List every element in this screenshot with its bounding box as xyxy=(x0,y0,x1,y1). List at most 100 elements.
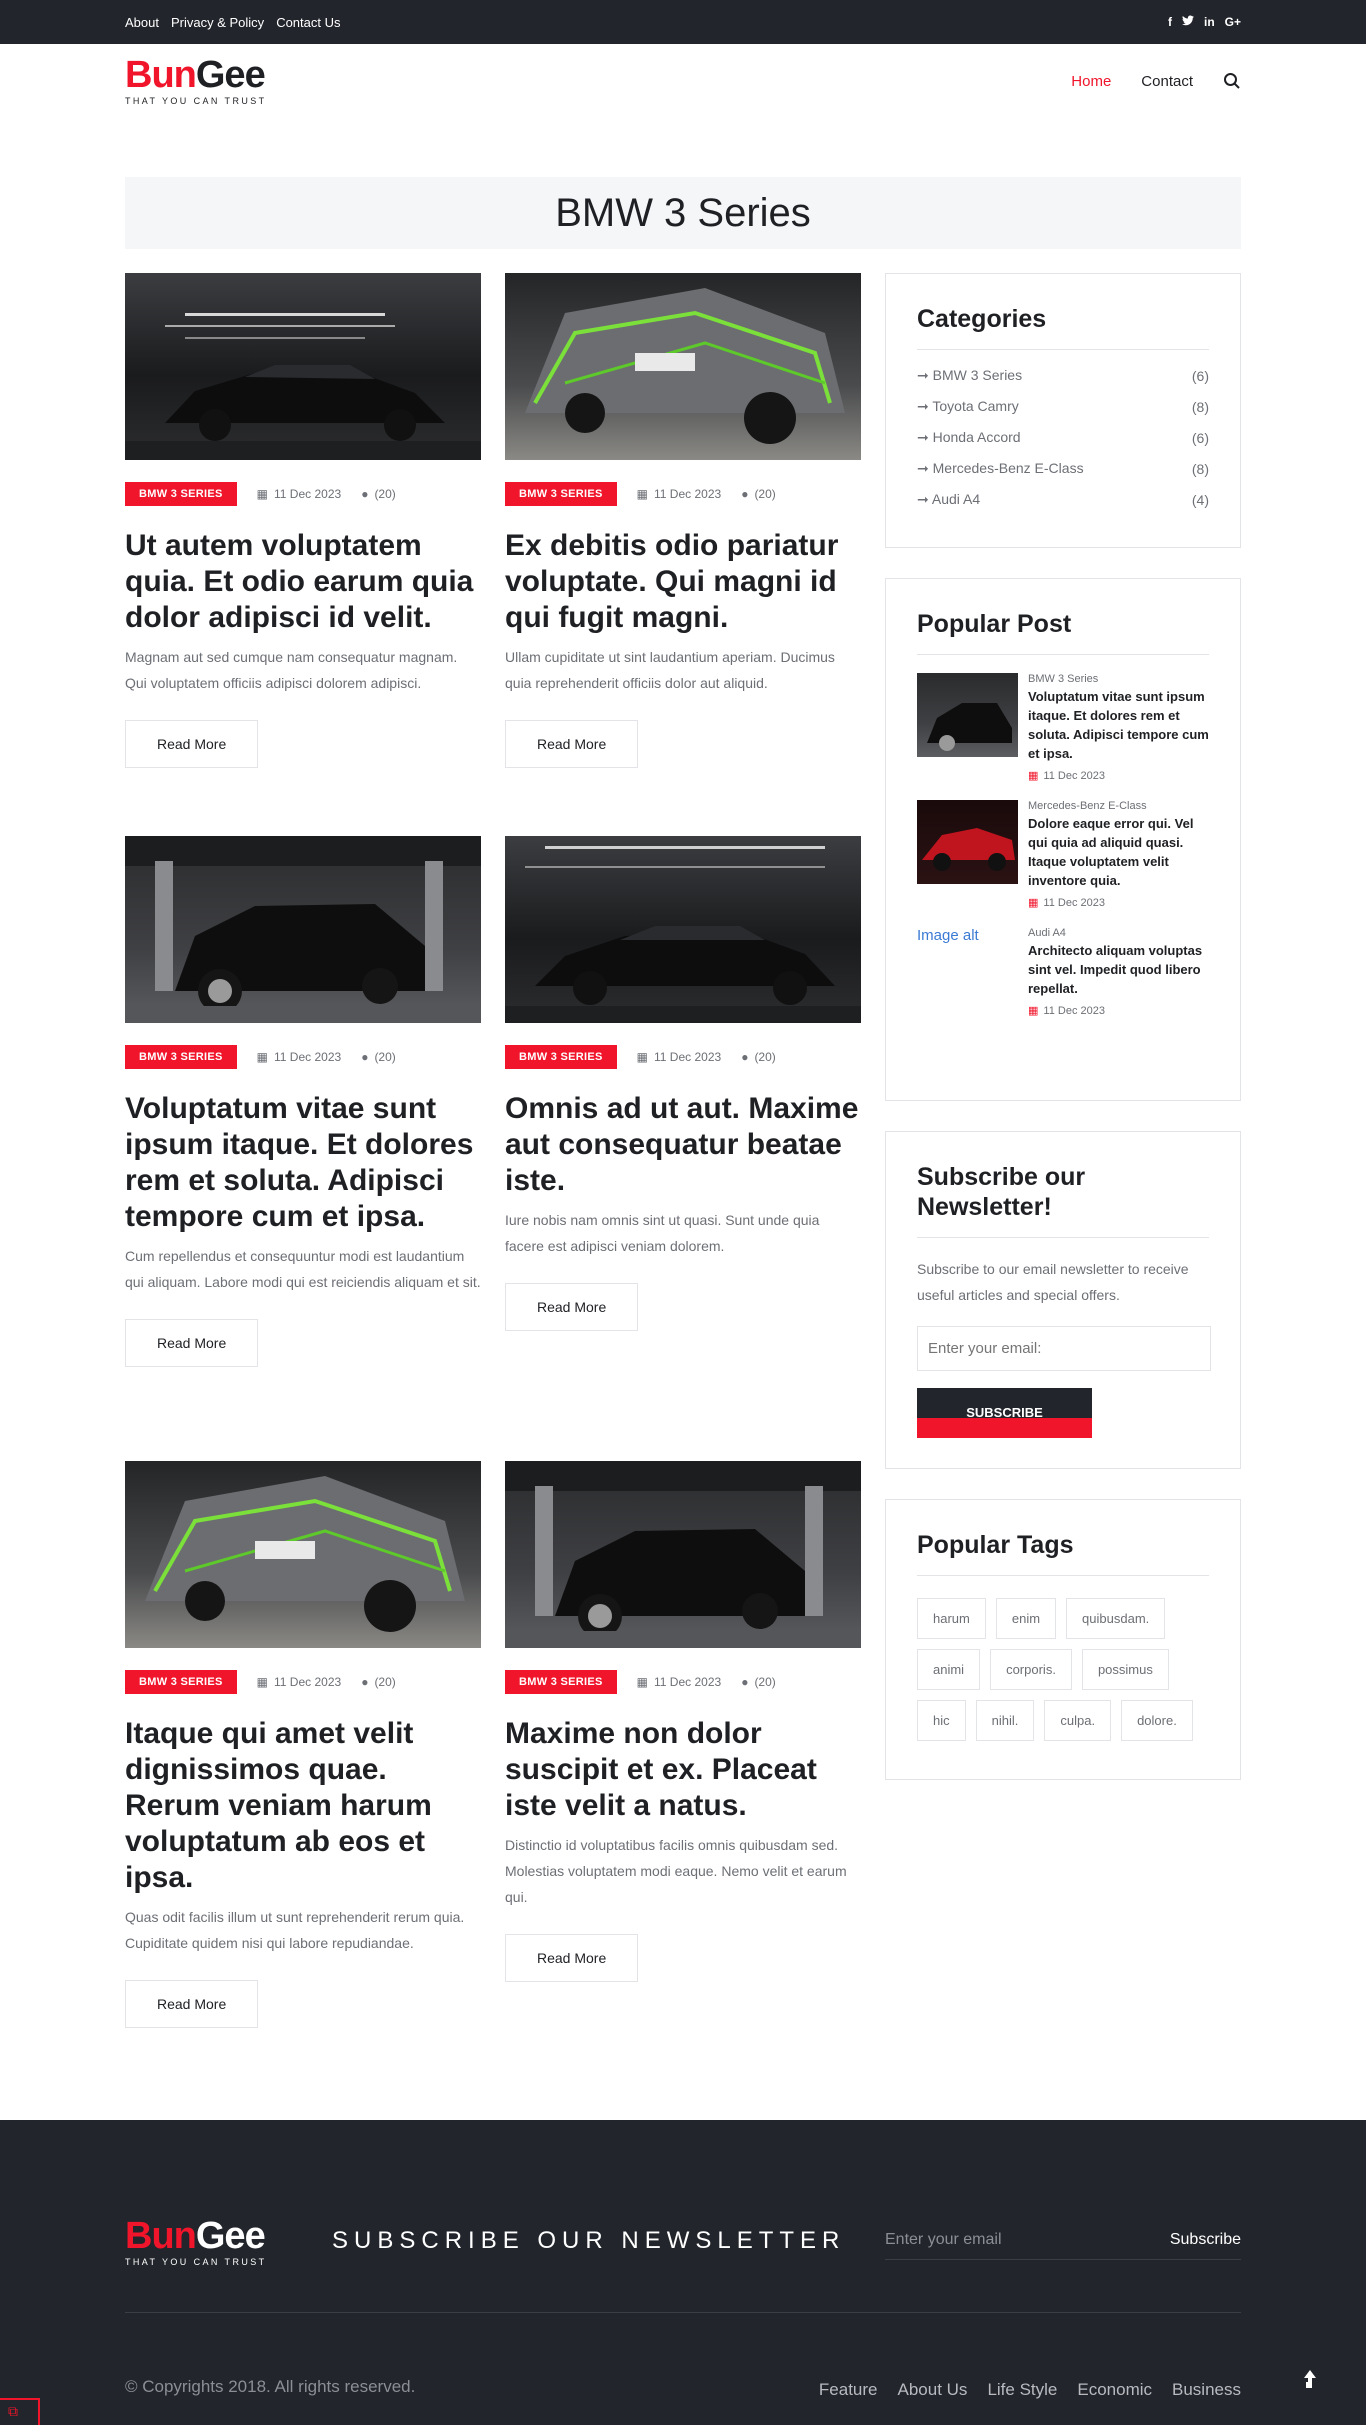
footer-logo[interactable]: BunGee THAT YOU CAN TRUST xyxy=(125,2217,267,2267)
category-badge[interactable]: BMW 3 SERIES xyxy=(125,1045,237,1069)
post-date: 11 Dec 2023 xyxy=(274,1050,342,1064)
newsletter-email-input[interactable] xyxy=(917,1326,1211,1371)
category-item[interactable]: ➞ Mercedes-Benz E-Class (8) xyxy=(917,453,1209,484)
popular-post-category: Mercedes-Benz E-Class xyxy=(1028,800,1147,812)
linkedin-icon[interactable]: in xyxy=(1204,15,1215,29)
google-plus-icon[interactable]: G+ xyxy=(1225,15,1241,29)
post-image-race-car[interactable] xyxy=(505,273,861,460)
laravel-icon[interactable]: ⧉ xyxy=(0,2398,40,2425)
footer-link-feature[interactable]: Feature xyxy=(819,2380,878,2400)
post-title[interactable]: Itaque qui amet velit dignissimos quae. … xyxy=(125,1716,481,1896)
read-more-button[interactable]: Read More xyxy=(125,720,259,768)
post-meta: BMW 3 SERIES ▦ 11 Dec 2023 ● (20) xyxy=(125,1670,481,1694)
footer-link-life-style[interactable]: Life Style xyxy=(987,2380,1057,2400)
post-card: BMW 3 SERIES ▦ 11 Dec 2023 ● (20) Maxime n… xyxy=(505,1461,861,1982)
nav-home[interactable]: Home xyxy=(1071,73,1111,90)
broken-image[interactable]: Image alt xyxy=(917,927,1018,1011)
footer-link-about[interactable]: About Us xyxy=(898,2380,968,2400)
tag-item[interactable]: culpa. xyxy=(1044,1700,1112,1741)
post-image-black-sedan[interactable] xyxy=(505,836,861,1023)
category-badge[interactable]: BMW 3 SERIES xyxy=(505,1670,617,1694)
footer-links: Feature About Us Life Style Economic Bus… xyxy=(819,2380,1241,2400)
post-title[interactable]: Omnis ad ut aut. Maxime aut consequatur … xyxy=(505,1091,861,1199)
popular-post-title[interactable]: Dolore eaque error qui. Vel qui quia ad … xyxy=(1028,814,1209,890)
tag-item[interactable]: dolore. xyxy=(1121,1700,1193,1741)
popular-post-date: 11 Dec 2023 xyxy=(1043,769,1105,782)
post-image-black-sedan[interactable] xyxy=(125,273,481,460)
footer-link-economic[interactable]: Economic xyxy=(1077,2380,1152,2400)
post-title[interactable]: Ex debitis odio pariatur voluptate. Qui … xyxy=(505,528,861,636)
tag-item[interactable]: possimus xyxy=(1081,1649,1169,1690)
widget-title: Categories xyxy=(917,304,1209,350)
category-badge[interactable]: BMW 3 SERIES xyxy=(125,482,237,506)
popular-post-item[interactable]: Image alt Audi A4 Architecto aliquam vol… xyxy=(917,927,1209,1017)
category-badge[interactable]: BMW 3 SERIES xyxy=(505,1045,617,1069)
post-image-race-car[interactable] xyxy=(125,1461,481,1648)
read-more-button[interactable]: Read More xyxy=(125,1319,259,1367)
popular-post-title[interactable]: Voluptatum vitae sunt ipsum itaque. Et d… xyxy=(1028,687,1209,763)
tag-item[interactable]: corporis. xyxy=(990,1649,1072,1690)
tag-item[interactable]: hic xyxy=(917,1700,966,1741)
post-title[interactable]: Ut autem voluptatem quia. Et odio earum … xyxy=(125,528,481,636)
nav-contact[interactable]: Contact xyxy=(1141,73,1193,90)
main-nav: Home Contact xyxy=(1071,72,1241,90)
tag-item[interactable]: quibusdam. xyxy=(1066,1598,1166,1639)
post-title[interactable]: Maxime non dolor suscipit et ex. Placeat… xyxy=(505,1716,861,1824)
top-bar: About Privacy & Policy Contact Us f in G… xyxy=(0,0,1366,44)
footer-divider xyxy=(125,2312,1241,2313)
newsletter-widget: Subscribe our Newsletter! Subscribe to o… xyxy=(885,1131,1241,1469)
category-item[interactable]: ➞ Honda Accord (6) xyxy=(917,422,1209,453)
read-more-button[interactable]: Read More xyxy=(505,1934,639,1982)
comment-count: (20) xyxy=(374,1050,396,1064)
post-meta: BMW 3 SERIES ▦ 11 Dec 2023 ● (20) xyxy=(505,1670,861,1694)
scroll-to-top-icon[interactable] xyxy=(1300,2368,1320,2392)
comment-count: (20) xyxy=(754,1675,776,1689)
tag-item[interactable]: animi xyxy=(917,1649,981,1690)
site-footer: BunGee THAT YOU CAN TRUST SUBSCRIBE OUR … xyxy=(0,2120,1366,2425)
category-badge[interactable]: BMW 3 SERIES xyxy=(505,482,617,506)
logo-tagline: THAT YOU CAN TRUST xyxy=(125,2257,267,2267)
calendar-icon: ▦ xyxy=(256,1675,269,1689)
popular-post-image[interactable] xyxy=(917,800,1018,884)
footer-subscribe-button[interactable]: Subscribe xyxy=(1170,2231,1241,2249)
calendar-icon: ▦ xyxy=(1028,1005,1039,1017)
tag-item[interactable]: nihil. xyxy=(975,1700,1035,1741)
post-image-black-hatchback[interactable] xyxy=(505,1461,861,1648)
category-item[interactable]: ➞ Toyota Camry (8) xyxy=(917,391,1209,422)
category-item[interactable]: ➞ Audi A4 (4) xyxy=(917,484,1209,515)
read-more-button[interactable]: Read More xyxy=(125,1980,259,2028)
top-link-about[interactable]: About xyxy=(125,15,159,30)
widget-title: Popular Tags xyxy=(917,1530,1209,1576)
facebook-icon[interactable]: f xyxy=(1168,15,1172,29)
top-link-contact[interactable]: Contact Us xyxy=(276,15,340,30)
arrow-right-icon: ➞ xyxy=(917,460,933,476)
post-image-black-hatchback[interactable] xyxy=(125,836,481,1023)
footer-email-input[interactable]: Enter your email xyxy=(885,2231,1002,2249)
post-title[interactable]: Voluptatum vitae sunt ipsum itaque. Et d… xyxy=(125,1091,481,1235)
post-date: 11 Dec 2023 xyxy=(654,1050,722,1064)
popular-post-image[interactable] xyxy=(917,673,1018,757)
tag-item[interactable]: harum xyxy=(917,1598,986,1639)
footer-link-business[interactable]: Business xyxy=(1172,2380,1241,2400)
post-excerpt: Magnam aut sed cumque nam consequatur ma… xyxy=(125,649,458,691)
read-more-button[interactable]: Read More xyxy=(505,1283,639,1331)
site-logo[interactable]: BunGee THAT YOU CAN TRUST xyxy=(125,56,267,106)
top-link-privacy[interactable]: Privacy & Policy xyxy=(171,15,264,30)
tag-item[interactable]: enim xyxy=(995,1598,1057,1639)
popular-post-item[interactable]: BMW 3 Series Voluptatum vitae sunt ipsum… xyxy=(917,673,1209,782)
footer-subscribe-title: SUBSCRIBE OUR NEWSLETTER xyxy=(332,2227,846,2254)
post-excerpt: Quas odit facilis illum ut sunt reprehen… xyxy=(125,1909,465,1951)
post-excerpt: Iure nobis nam omnis sint ut quasi. Sunt… xyxy=(505,1212,820,1254)
twitter-icon[interactable] xyxy=(1181,15,1194,29)
popular-post-item[interactable]: Mercedes-Benz E-Class Dolore eaque error… xyxy=(917,800,1209,909)
popular-post-widget: Popular Post BMW 3 Series Voluptatum vit… xyxy=(885,578,1241,1101)
popular-post-title[interactable]: Architecto aliquam voluptas sint vel. Im… xyxy=(1028,941,1209,998)
post-card: BMW 3 SERIES ▦ 11 Dec 2023 ● (20) Omnis ad… xyxy=(505,836,861,1331)
read-more-button[interactable]: Read More xyxy=(505,720,639,768)
category-badge[interactable]: BMW 3 SERIES xyxy=(125,1670,237,1694)
category-item[interactable]: ➞ BMW 3 Series (6) xyxy=(917,360,1209,391)
logo-tagline: THAT YOU CAN TRUST xyxy=(125,96,267,106)
calendar-icon: ▦ xyxy=(256,1050,269,1064)
search-icon[interactable] xyxy=(1223,72,1241,90)
subscribe-button[interactable]: SUBSCRIBE xyxy=(917,1388,1092,1438)
